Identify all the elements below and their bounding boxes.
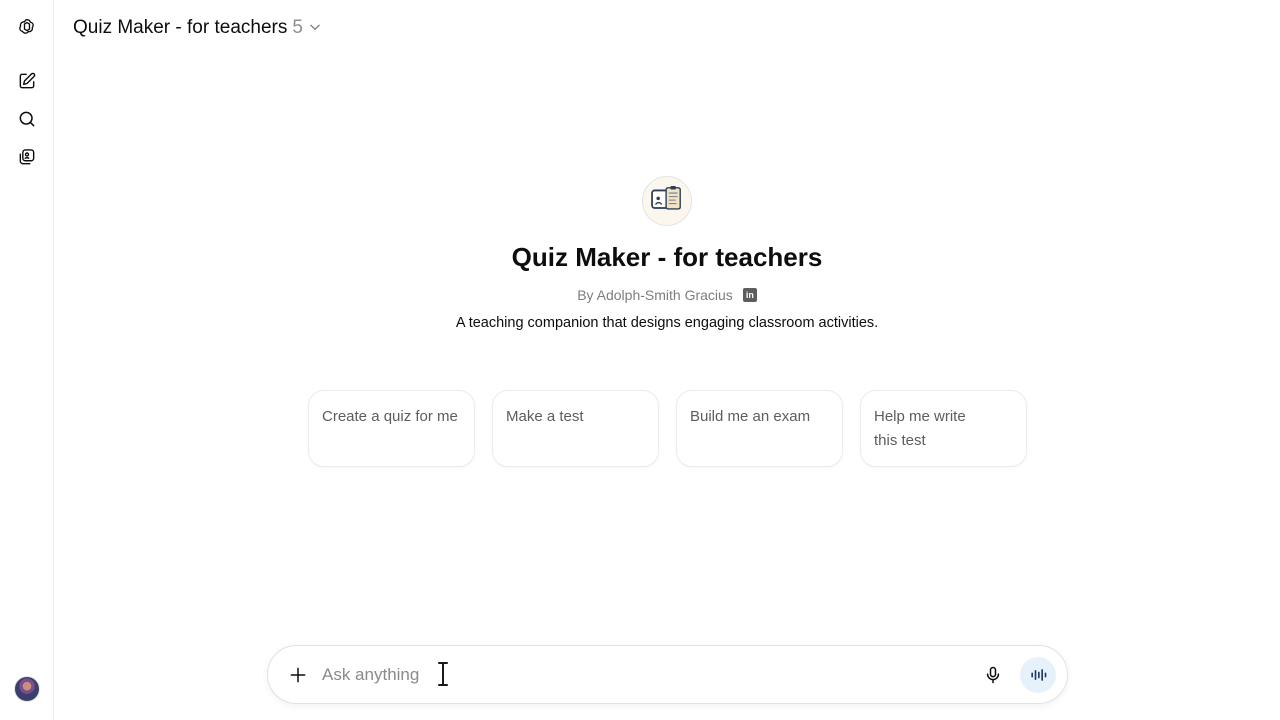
user-avatar[interactable] — [14, 676, 40, 702]
microphone-icon — [986, 666, 1000, 684]
gpt-author: By Adolph-Smith Gracius — [577, 287, 733, 303]
gpt-switcher-dropdown[interactable]: Quiz Maker - for teachers 5 — [73, 17, 322, 39]
gpt-avatar-icon — [642, 176, 692, 226]
plus-icon — [290, 667, 306, 683]
starter-card[interactable]: Help me write this test — [860, 390, 1027, 467]
gpt-author-row: By Adolph-Smith Gracius in — [577, 287, 757, 303]
sidebar-rail — [0, 0, 54, 720]
new-chat-button[interactable] — [13, 67, 41, 95]
voice-mode-button[interactable] — [1020, 657, 1056, 693]
explore-gpts-icon — [19, 149, 35, 165]
voice-mode-icon — [1031, 669, 1047, 681]
header-title: Quiz Maker - for teachers — [73, 17, 288, 38]
prompt-input[interactable] — [322, 660, 962, 690]
top-header: Quiz Maker - for teachers 5 — [54, 0, 1280, 56]
search-icon — [19, 111, 35, 127]
composer — [267, 645, 1068, 704]
text-cursor-icon — [437, 661, 449, 687]
dictate-button[interactable] — [979, 661, 1007, 689]
chatgpt-app: Quiz Maker - for teachers 5 Quiz Maker -… — [0, 0, 1280, 720]
linkedin-icon[interactable]: in — [742, 288, 757, 302]
openai-logo-icon[interactable] — [13, 13, 41, 41]
gpt-intro: Quiz Maker - for teachers By Adolph-Smit… — [54, 176, 1280, 331]
new-chat-icon — [19, 72, 36, 89]
search-button[interactable] — [13, 105, 41, 133]
model-version: 5 — [292, 17, 303, 38]
starter-card[interactable]: Create a quiz for me — [308, 390, 475, 467]
add-attachment-button[interactable] — [284, 661, 312, 689]
gpt-description: A teaching companion that designs engagi… — [455, 315, 879, 331]
conversation-starters: Create a quiz for me Make a test Build m… — [308, 390, 1027, 467]
explore-gpts-button[interactable] — [13, 143, 41, 171]
starter-card[interactable]: Build me an exam — [676, 390, 843, 467]
starter-card[interactable]: Make a test — [492, 390, 659, 467]
gpt-name: Quiz Maker - for teachers — [511, 242, 823, 272]
chevron-down-icon — [308, 17, 322, 39]
